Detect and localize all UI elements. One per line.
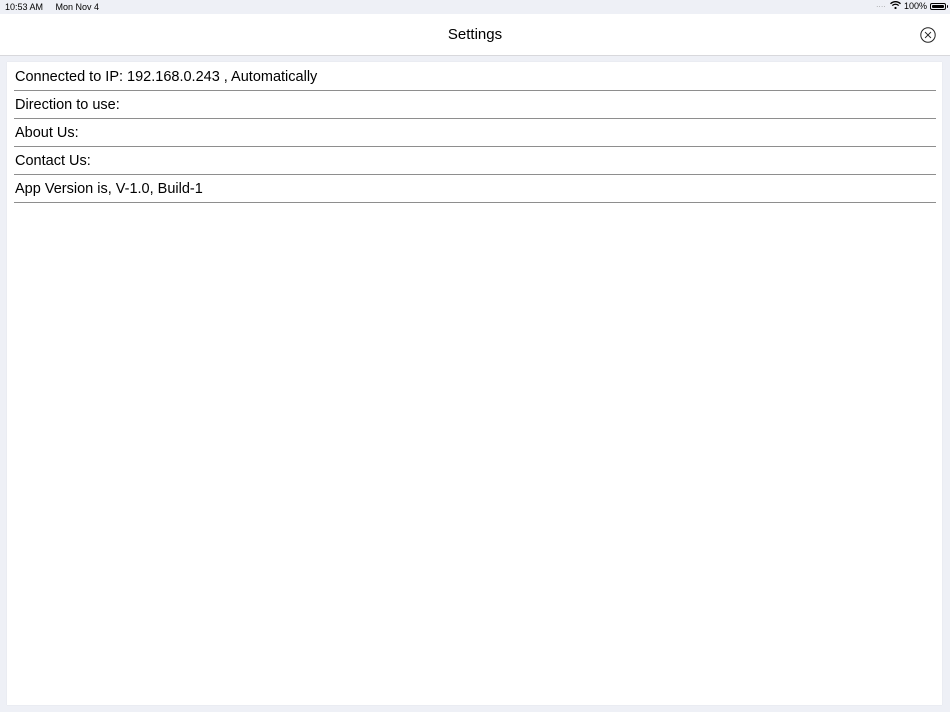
settings-item-label: Contact Us:: [15, 152, 91, 169]
settings-item-connection[interactable]: Connected to IP: 192.168.0.243 , Automat…: [14, 63, 936, 91]
settings-item-app-version: App Version is, V-1.0, Build-1: [14, 175, 936, 203]
settings-item-contact-us[interactable]: Contact Us:: [14, 147, 936, 175]
close-button[interactable]: [920, 27, 936, 43]
battery-tip: [946, 5, 948, 8]
status-bar: 10:53 AM Mon Nov 4 .... 100%: [0, 0, 950, 14]
wifi-icon: [890, 1, 901, 11]
settings-item-label: App Version is, V-1.0, Build-1: [15, 180, 203, 197]
settings-list: Connected to IP: 192.168.0.243 , Automat…: [14, 63, 936, 203]
navigation-bar: Settings: [0, 14, 950, 56]
battery-percentage: 100%: [903, 1, 927, 11]
settings-panel: Connected to IP: 192.168.0.243 , Automat…: [7, 62, 942, 705]
settings-item-direction[interactable]: Direction to use:: [14, 91, 936, 119]
battery-icon: [930, 2, 948, 10]
close-circle-icon: [920, 27, 936, 43]
settings-item-about-us[interactable]: About Us:: [14, 119, 936, 147]
settings-item-label: About Us:: [15, 124, 79, 141]
settings-item-label: Direction to use:: [15, 96, 120, 113]
status-left: 10:53 AM Mon Nov 4: [5, 2, 109, 12]
settings-item-label: Connected to IP: 192.168.0.243 , Automat…: [15, 68, 318, 85]
battery-level-fill: [932, 4, 944, 8]
status-date: Mon Nov 4: [55, 2, 100, 12]
cellular-signal-indicator: ....: [876, 1, 886, 9]
page-title: Settings: [447, 26, 503, 43]
status-right: .... 100%: [876, 1, 948, 11]
status-time: 10:53 AM: [5, 2, 44, 12]
